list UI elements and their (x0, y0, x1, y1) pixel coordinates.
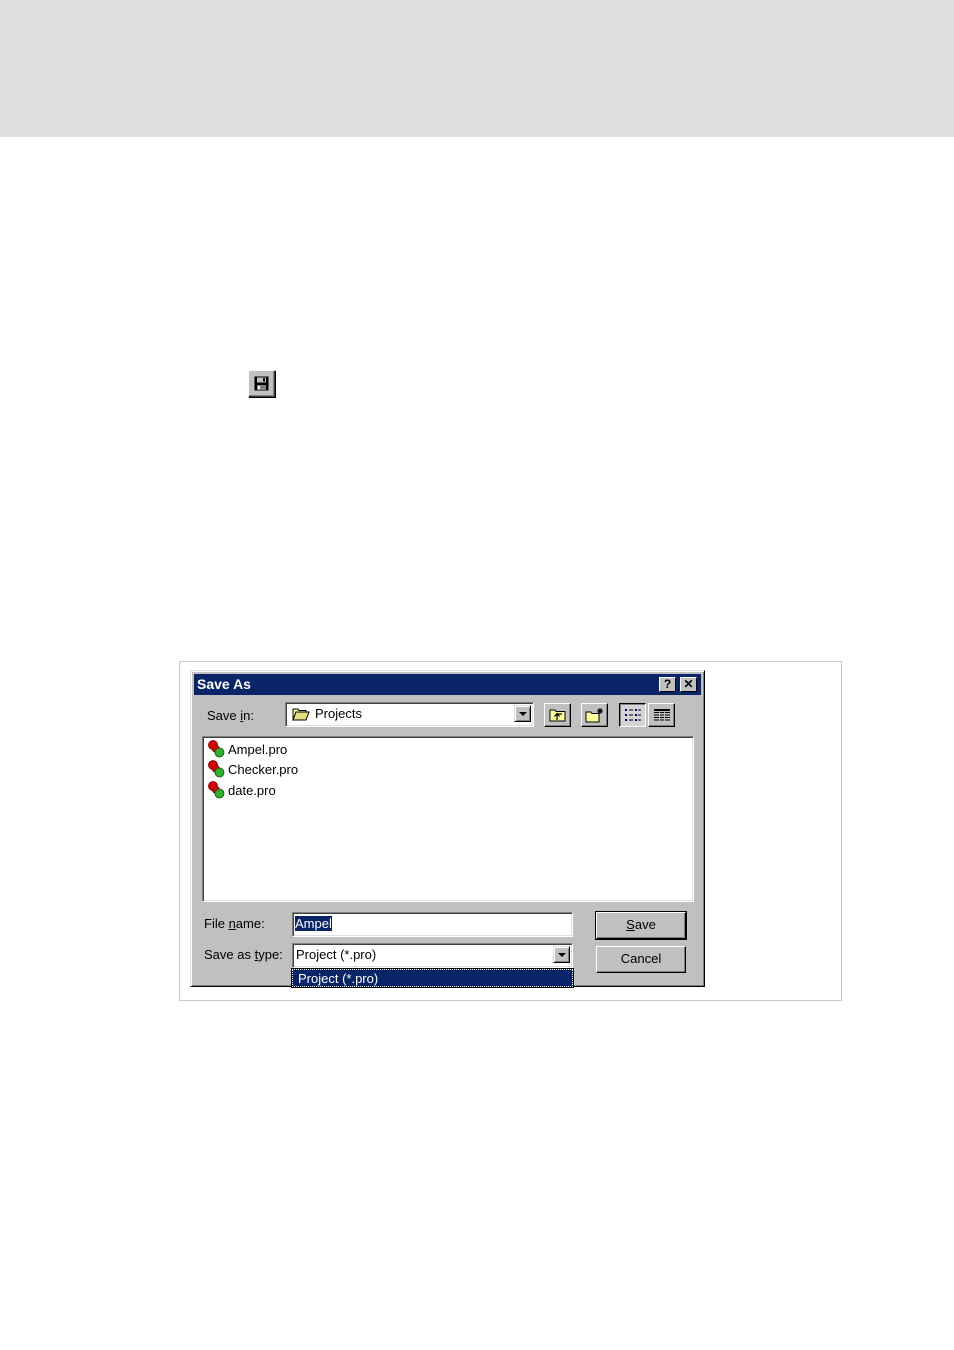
file-name: date.pro (228, 782, 276, 798)
project-file-icon (208, 760, 225, 778)
details-view-button[interactable] (648, 703, 675, 727)
file-list-item[interactable]: Checker.pro (207, 759, 298, 779)
cancel-button[interactable]: Cancel (596, 946, 686, 973)
help-button[interactable]: ? (659, 677, 676, 692)
close-icon: ✕ (683, 677, 694, 691)
save-in-value: Projects (315, 706, 362, 721)
save-as-type-value: Project (*.pro) (296, 947, 377, 962)
project-file-icon (208, 740, 225, 758)
project-file-icon (208, 781, 225, 799)
dropdown-option[interactable]: Project (*.pro) (298, 971, 378, 986)
up-one-level-button[interactable] (544, 703, 571, 727)
save-button[interactable]: Save (595, 911, 687, 940)
close-button[interactable]: ✕ (680, 677, 697, 692)
file-list[interactable]: Ampel.pro Checker.pro date.pro (202, 736, 694, 902)
file-list-item[interactable]: Ampel.pro (207, 739, 287, 759)
file-name-input[interactable]: Ampel (292, 912, 573, 937)
new-folder-icon (585, 708, 603, 723)
file-name: Checker.pro (228, 761, 299, 777)
title-bar: Save As ? ✕ (194, 674, 701, 695)
file-name-value: Ampel (295, 916, 332, 931)
save-as-type-combo[interactable]: Project (*.pro) (292, 943, 573, 968)
floppy-disk-icon (254, 376, 269, 391)
chevron-down-icon[interactable] (553, 946, 570, 963)
chevron-down-icon[interactable] (514, 705, 531, 722)
details-view-icon (653, 709, 670, 721)
list-view-icon (624, 709, 641, 721)
save-as-type-dropdown[interactable]: Project (*.pro) (291, 968, 574, 988)
save-as-type-label: Save as type: (204, 947, 283, 962)
folder-open-icon (292, 708, 310, 721)
file-list-item[interactable]: date.pro (207, 780, 276, 800)
file-name: Ampel.pro (228, 741, 288, 757)
file-name-label: File name: (204, 916, 265, 931)
save-as-dialog: Save As ? ✕ Save in: Projects Ampel.pro … (190, 670, 705, 988)
list-view-button[interactable] (619, 703, 646, 727)
dialog-title: Save As (197, 676, 251, 692)
save-in-combo[interactable]: Projects (285, 702, 534, 727)
save-toolbar-button[interactable] (248, 370, 275, 397)
create-new-folder-button[interactable] (581, 703, 608, 727)
header-band (0, 0, 954, 137)
save-in-label: Save in: (207, 708, 254, 723)
folder-up-icon (549, 709, 565, 722)
